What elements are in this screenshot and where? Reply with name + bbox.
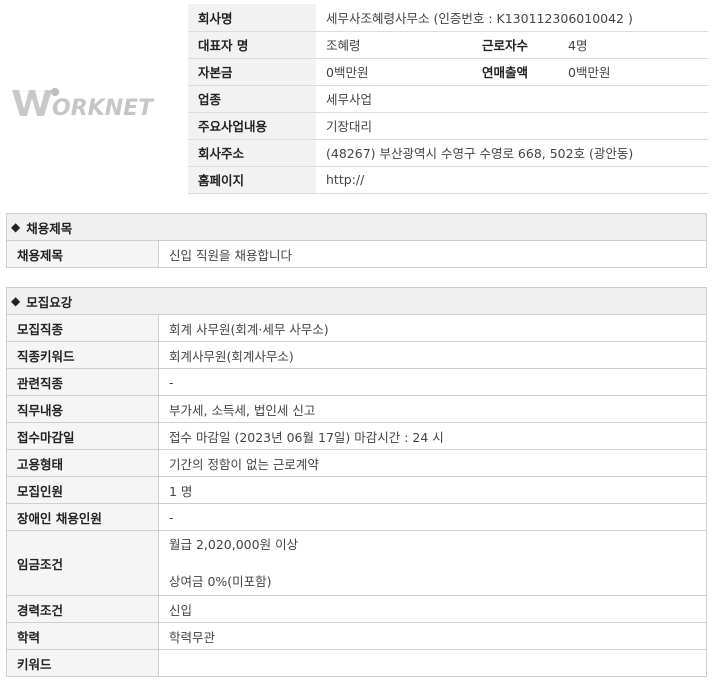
company-name-value: 세무사조혜령사무소 (인증번호 : K130112306010042 ) [316, 4, 708, 32]
wage-value: 월급 2,020,000원 이상 상여금 0%(미포함) [158, 530, 707, 596]
capital-value: 0백만원 [316, 58, 482, 86]
row-value: 신입 [158, 595, 707, 623]
capital-label: 자본금 [188, 58, 316, 86]
company-info: ORKNET 회사명 세무사조혜령사무소 (인증번호 : K1301123060… [0, 0, 716, 196]
table-row: 채용제목 신입 직원을 채용합니다 [6, 240, 707, 268]
diamond-icon: ◆ [11, 294, 21, 308]
row-label: 관련직종 [6, 368, 159, 396]
table-row: 키워드 [6, 649, 707, 677]
table-row: 고용형태 기간의 정함이 없는 근로계약 [6, 449, 707, 477]
revenue-value: 0백만원 [558, 58, 708, 86]
ceo-label: 대표자 명 [188, 31, 316, 59]
requirements-section: ◆ 모집요강 모집직종 회계 사무원(회계·세무 사무소) 직종키워드 회계사무… [6, 287, 707, 677]
row-value: 접수 마감일 (2023년 06월 17일) 마감시간 : 24 시 [158, 422, 707, 450]
row-value [158, 649, 707, 677]
table-row: 접수마감일 접수 마감일 (2023년 06월 17일) 마감시간 : 24 시 [6, 422, 707, 450]
homepage-link[interactable]: http:// [316, 166, 708, 194]
requirements-table: 모집직종 회계 사무원(회계·세무 사무소) 직종키워드 회계사무원(회계사무소… [6, 314, 707, 677]
industry-value: 세무사업 [316, 85, 708, 113]
business-label: 주요사업내용 [188, 112, 316, 140]
table-row: 관련직종 - [6, 368, 707, 396]
table-row: 장애인 채용인원 - [6, 503, 707, 531]
row-label: 고용형태 [6, 449, 159, 477]
section-heading-text: 채용제목 [26, 220, 73, 236]
employees-value: 4명 [558, 31, 708, 59]
table-row: 임금조건 월급 2,020,000원 이상 상여금 0%(미포함) [6, 530, 707, 596]
row-label: 접수마감일 [6, 422, 159, 450]
worknet-logo: ORKNET [8, 82, 164, 122]
row-value: - [158, 368, 707, 396]
section-heading: ◆ 채용제목 [6, 213, 707, 240]
industry-label: 업종 [188, 85, 316, 113]
company-row: 회사주소 (48267) 부산광역시 수영구 수영로 668, 502호 (광안… [188, 139, 708, 167]
section-heading-text: 모집요강 [26, 294, 73, 310]
row-value: 1 명 [158, 476, 707, 504]
company-row: 홈페이지 http:// [188, 166, 708, 194]
row-label: 직무내용 [6, 395, 159, 423]
company-row: 자본금 0백만원 연매출액 0백만원 [188, 58, 708, 86]
recruit-title-section: ◆ 채용제목 채용제목 신입 직원을 채용합니다 [6, 213, 707, 268]
table-row: 직종키워드 회계사무원(회계사무소) [6, 341, 707, 369]
address-label: 회사주소 [188, 139, 316, 167]
table-row: 직무내용 부가세, 소득세, 법인세 신고 [6, 395, 707, 423]
row-value: 회계 사무원(회계·세무 사무소) [158, 314, 707, 342]
row-label: 경력조건 [6, 595, 159, 623]
row-value: 회계사무원(회계사무소) [158, 341, 707, 369]
diamond-icon: ◆ [11, 220, 21, 234]
row-label: 직종키워드 [6, 341, 159, 369]
company-table: 회사명 세무사조혜령사무소 (인증번호 : K130112306010042 )… [188, 4, 708, 194]
employees-label: 근로자수 [482, 31, 558, 59]
section-heading: ◆ 모집요강 [6, 287, 707, 314]
business-value: 기장대리 [316, 112, 708, 140]
table-row: 모집인원 1 명 [6, 476, 707, 504]
svg-text:ORKNET: ORKNET [52, 96, 155, 121]
revenue-label: 연매출액 [482, 58, 558, 86]
company-name-label: 회사명 [188, 4, 316, 32]
table-row: 학력 학력무관 [6, 622, 707, 650]
company-row: 주요사업내용 기장대리 [188, 112, 708, 140]
row-label: 모집인원 [6, 476, 159, 504]
row-label: 채용제목 [6, 240, 159, 268]
company-row: 업종 세무사업 [188, 85, 708, 113]
row-label: 키워드 [6, 649, 159, 677]
row-value: 신입 직원을 채용합니다 [158, 240, 707, 268]
row-value: 학력무관 [158, 622, 707, 650]
recruit-title-table: 채용제목 신입 직원을 채용합니다 [6, 240, 707, 268]
wage-bonus: 상여금 0%(미포함) [169, 574, 272, 589]
row-label: 모집직종 [6, 314, 159, 342]
homepage-label: 홈페이지 [188, 166, 316, 194]
ceo-value: 조혜령 [316, 31, 482, 59]
row-value: 부가세, 소득세, 법인세 신고 [158, 395, 707, 423]
table-row: 모집직종 회계 사무원(회계·세무 사무소) [6, 314, 707, 342]
row-value: 기간의 정함이 없는 근로계약 [158, 449, 707, 477]
row-label: 학력 [6, 622, 159, 650]
company-row: 회사명 세무사조혜령사무소 (인증번호 : K130112306010042 ) [188, 4, 708, 32]
company-row: 대표자 명 조혜령 근로자수 4명 [188, 31, 708, 59]
row-value: - [158, 503, 707, 531]
address-value: (48267) 부산광역시 수영구 수영로 668, 502호 (광안동) [316, 139, 708, 167]
row-label: 장애인 채용인원 [6, 503, 159, 531]
row-label: 임금조건 [6, 530, 159, 596]
wage-monthly: 월급 2,020,000원 이상 [169, 537, 299, 552]
table-row: 경력조건 신입 [6, 595, 707, 623]
